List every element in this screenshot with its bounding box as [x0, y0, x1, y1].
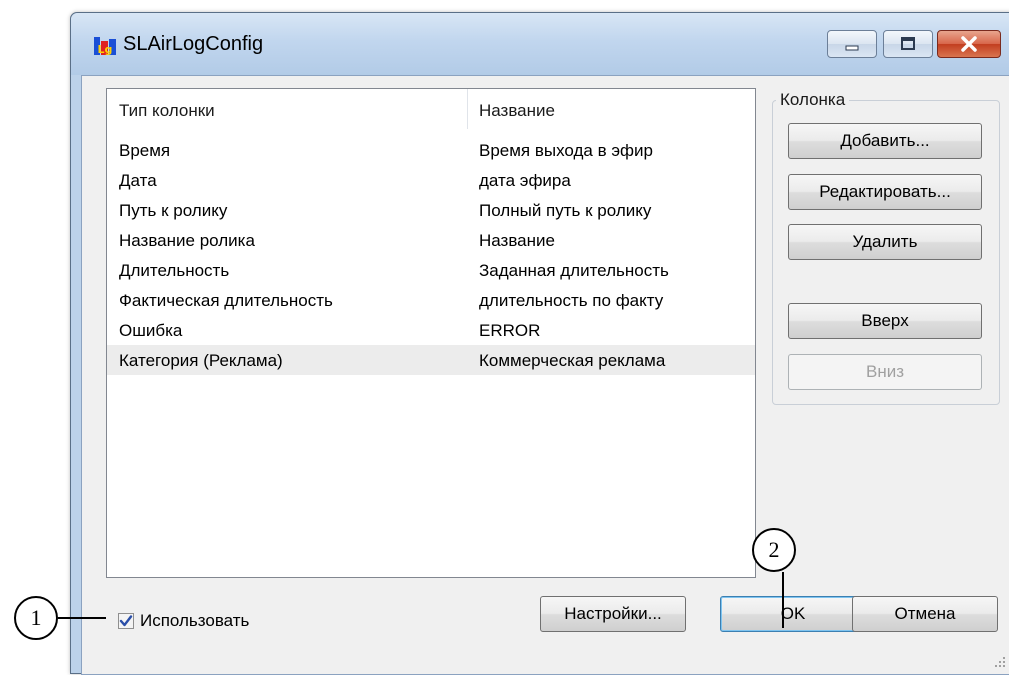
list-item-name: Полный путь к ролику	[479, 201, 652, 220]
move-up-button[interactable]: Вверх	[788, 303, 982, 339]
callout-2: 2	[752, 528, 796, 572]
delete-button[interactable]: Удалить	[788, 224, 982, 260]
list-item[interactable]: Длительность Заданная длительность	[107, 255, 755, 285]
list-item[interactable]: Путь к ролику Полный путь к ролику	[107, 195, 755, 225]
use-checkbox-label: Использовать	[140, 611, 250, 630]
close-button[interactable]	[937, 30, 1001, 58]
column-header-name[interactable]: Название	[479, 101, 555, 121]
list-item-type: Путь к ролику	[119, 201, 228, 220]
list-item-name: длительность по факту	[479, 291, 664, 310]
list-item-type: Ошибка	[119, 321, 183, 340]
move-down-button[interactable]: Вниз	[788, 354, 982, 390]
ok-button[interactable]: OK	[720, 596, 866, 632]
column-group-label: Колонка	[776, 90, 850, 110]
list-item-type: Категория (Реклама)	[119, 351, 283, 370]
column-header-type[interactable]: Тип колонки	[119, 101, 215, 121]
close-icon	[961, 36, 977, 52]
list-item-name: Название	[479, 231, 555, 250]
list-item-type: Фактическая длительность	[119, 291, 333, 310]
list-item[interactable]: Название ролика Название	[107, 225, 755, 255]
resize-grip-icon[interactable]	[992, 654, 1006, 668]
svg-text:Lg: Lg	[98, 43, 113, 56]
window-title: SLAirLogConfig	[123, 33, 264, 55]
column-separator[interactable]	[467, 89, 468, 129]
dialog-window: Lg SLAirLogConfig Тип колонки Название В…	[70, 12, 1009, 675]
list-item[interactable]: Ошибка ERROR	[107, 315, 755, 345]
callout-1: 1	[14, 596, 58, 640]
restore-icon	[901, 37, 915, 50]
list-item-type: Длительность	[119, 261, 230, 280]
title-bar[interactable]: Lg SLAirLogConfig	[71, 13, 1009, 75]
list-item-selected[interactable]: Категория (Реклама) Коммерческая реклама	[107, 345, 755, 375]
list-item[interactable]: Дата дата эфира	[107, 165, 755, 195]
list-item-name: Время выхода в эфир	[479, 141, 653, 160]
dialog-client-area: Тип колонки Название Время Время выхода …	[81, 75, 1009, 675]
list-item-type: Дата	[119, 171, 157, 190]
edit-button[interactable]: Редактировать...	[788, 174, 982, 210]
app-icon: Lg	[94, 37, 116, 56]
minimize-icon	[845, 45, 859, 51]
minimize-button[interactable]	[827, 30, 877, 58]
callout-2-leader	[782, 572, 784, 628]
columns-listview[interactable]: Тип колонки Название Время Время выхода …	[106, 88, 756, 578]
listview-header: Тип колонки Название	[107, 89, 755, 129]
settings-button[interactable]: Настройки...	[540, 596, 686, 632]
list-item[interactable]: Фактическая длительность длительность по…	[107, 285, 755, 315]
callout-1-leader	[58, 617, 106, 619]
checkmark-icon	[119, 615, 133, 627]
use-checkbox[interactable]	[118, 613, 134, 629]
list-item-type: Название ролика	[119, 231, 255, 250]
list-item-name: ERROR	[479, 321, 541, 340]
maximize-button[interactable]	[883, 30, 933, 58]
use-checkbox-row[interactable]: Использовать	[118, 608, 249, 634]
list-item-name: дата эфира	[479, 171, 571, 190]
list-item-name: Заданная длительность	[479, 261, 669, 280]
cancel-button[interactable]: Отмена	[852, 596, 998, 632]
add-button[interactable]: Добавить...	[788, 123, 982, 159]
list-item[interactable]: Время Время выхода в эфир	[107, 135, 755, 165]
list-item-name: Коммерческая реклама	[479, 351, 666, 370]
list-item-type: Время	[119, 141, 171, 160]
